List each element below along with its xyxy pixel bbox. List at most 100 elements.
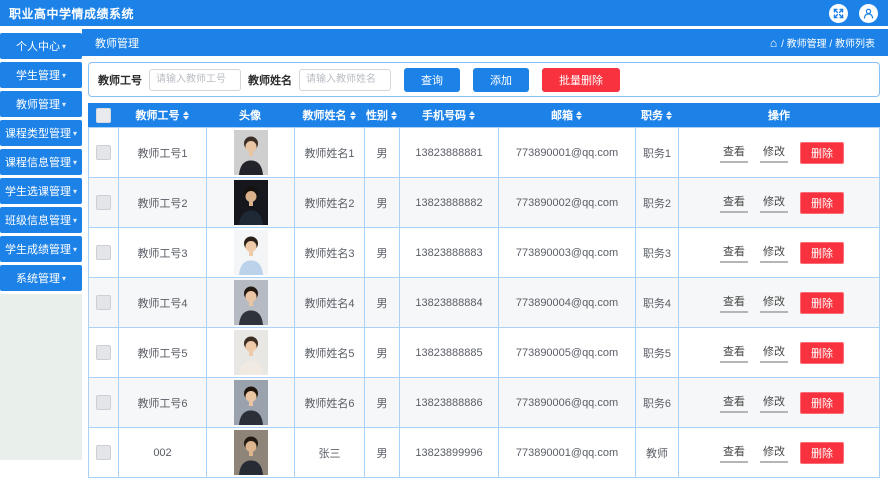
col-header-name[interactable]: 教师姓名 xyxy=(294,103,364,127)
sidebar-item[interactable]: 课程类型管理 ▾ xyxy=(0,120,82,146)
email-cell: 773890005@qq.com xyxy=(498,328,635,377)
col-header-actions: 操作 xyxy=(768,110,790,122)
sort-icon[interactable] xyxy=(391,110,397,120)
table-row: 教师工号6 教师姓名6 男 13823888886 773890006@qq.c… xyxy=(88,378,880,428)
sort-icon[interactable] xyxy=(576,110,582,120)
row-select-cell xyxy=(88,228,118,277)
teacher-name-cell: 教师姓名6 xyxy=(294,378,364,427)
row-checkbox[interactable] xyxy=(96,195,111,210)
page-title: 教师管理 xyxy=(95,37,139,50)
teacher-avatar-photo xyxy=(233,230,268,275)
row-select-cell xyxy=(88,128,118,177)
teacher-id-input[interactable] xyxy=(149,68,241,91)
sidebar-item[interactable]: 课程信息管理 ▾ xyxy=(0,149,82,175)
table-body: 教师工号1 教师姓名1 男 13823888881 773890001@qq.c… xyxy=(88,127,880,478)
gender-cell: 男 xyxy=(364,178,399,227)
delete-button[interactable]: 删除 xyxy=(800,391,844,414)
select-all-cell xyxy=(88,103,118,127)
view-link[interactable]: 查看 xyxy=(720,343,748,363)
edit-link[interactable]: 修改 xyxy=(760,143,788,163)
email-cell: 773890004@qq.com xyxy=(498,278,635,327)
delete-button[interactable]: 删除 xyxy=(800,141,844,164)
add-button[interactable]: 添加 xyxy=(473,67,529,92)
row-checkbox[interactable] xyxy=(96,345,111,360)
table-row: 教师工号1 教师姓名1 男 13823888881 773890001@qq.c… xyxy=(88,128,880,178)
sidebar-item[interactable]: 个人中心 ▾ xyxy=(0,33,82,59)
view-link[interactable]: 查看 xyxy=(720,293,748,313)
position-cell: 职务2 xyxy=(635,178,678,227)
phone-cell: 13823888882 xyxy=(399,178,498,227)
teacher-id-cell: 教师工号1 xyxy=(118,128,206,177)
avatar-cell xyxy=(206,428,294,477)
sidebar-item[interactable]: 学生管理 ▾ xyxy=(0,62,82,88)
col-header-gender[interactable]: 性别 xyxy=(364,103,399,127)
row-checkbox[interactable] xyxy=(96,395,111,410)
select-all-checkbox[interactable] xyxy=(95,107,111,123)
view-link[interactable]: 查看 xyxy=(720,143,748,163)
edit-link[interactable]: 修改 xyxy=(760,343,788,363)
delete-button[interactable]: 删除 xyxy=(800,291,844,314)
chevron-down-icon: ▾ xyxy=(72,186,77,196)
chevron-down-icon: ▾ xyxy=(61,273,66,283)
sidebar-item[interactable]: 系统管理 ▾ xyxy=(0,265,82,291)
sort-icon[interactable] xyxy=(182,110,189,120)
chevron-down-icon: ▾ xyxy=(72,128,77,138)
sidebar-item-label: 课程类型管理 xyxy=(4,128,71,140)
delete-button[interactable]: 删除 xyxy=(800,191,844,214)
teacher-id-cell: 教师工号2 xyxy=(118,178,206,227)
sidebar-item[interactable]: 教师管理 ▾ xyxy=(0,91,82,117)
sidebar-item[interactable]: 学生成绩管理 ▾ xyxy=(0,236,82,262)
delete-button[interactable]: 删除 xyxy=(800,241,844,264)
home-icon[interactable]: ⌂ xyxy=(770,37,777,49)
topbar: 职业高中学情成绩系统 xyxy=(0,0,888,26)
topbar-icons xyxy=(829,3,888,23)
sidebar-item-label: 个人中心 xyxy=(15,41,60,53)
sort-icon[interactable] xyxy=(666,110,672,120)
view-link[interactable]: 查看 xyxy=(720,243,748,263)
gender-cell: 男 xyxy=(364,228,399,277)
teacher-name-cell: 教师姓名4 xyxy=(294,278,364,327)
fullscreen-icon[interactable] xyxy=(829,3,848,23)
actions-cell: 查看 修改 删除 xyxy=(678,328,880,377)
query-button[interactable]: 查询 xyxy=(404,67,460,92)
chevron-down-icon: ▾ xyxy=(61,41,66,51)
teacher-name-input[interactable] xyxy=(299,68,391,91)
avatar-cell xyxy=(206,378,294,427)
gender-cell: 男 xyxy=(364,328,399,377)
sidebar-item-label: 教师管理 xyxy=(15,99,60,111)
row-checkbox[interactable] xyxy=(96,295,111,310)
row-checkbox[interactable] xyxy=(96,245,111,260)
actions-cell: 查看 修改 删除 xyxy=(678,128,880,177)
avatar-cell xyxy=(206,328,294,377)
user-icon[interactable] xyxy=(859,3,878,23)
batch-delete-button[interactable]: 批量删除 xyxy=(542,67,620,92)
col-header-phone[interactable]: 手机号码 xyxy=(399,103,498,127)
sidebar-item[interactable]: 班级信息管理 ▾ xyxy=(0,207,82,233)
row-checkbox[interactable] xyxy=(96,445,111,460)
delete-button[interactable]: 删除 xyxy=(800,441,844,464)
app-title: 职业高中学情成绩系统 xyxy=(9,6,135,21)
col-header-email[interactable]: 邮箱 xyxy=(498,103,635,127)
actions-cell: 查看 修改 删除 xyxy=(678,278,880,327)
chevron-down-icon: ▾ xyxy=(61,99,66,109)
sidebar-item[interactable]: 学生选课管理 ▾ xyxy=(0,178,82,204)
view-link[interactable]: 查看 xyxy=(720,393,748,413)
edit-link[interactable]: 修改 xyxy=(760,393,788,413)
delete-button[interactable]: 删除 xyxy=(800,341,844,364)
edit-link[interactable]: 修改 xyxy=(760,243,788,263)
col-header-teacher-id[interactable]: 教师工号 xyxy=(118,103,206,127)
teacher-id-label: 教师工号 xyxy=(98,74,142,87)
edit-link[interactable]: 修改 xyxy=(760,293,788,313)
teacher-name-cell: 教师姓名2 xyxy=(294,178,364,227)
position-cell: 教师 xyxy=(635,428,678,477)
actions-cell: 查看 修改 删除 xyxy=(678,378,880,427)
row-checkbox[interactable] xyxy=(96,145,111,160)
table-row: 教师工号2 教师姓名2 男 13823888882 773890002@qq.c… xyxy=(88,178,880,228)
edit-link[interactable]: 修改 xyxy=(760,193,788,213)
phone-cell: 13823888883 xyxy=(399,228,498,277)
sort-icon[interactable] xyxy=(349,110,356,120)
col-header-position[interactable]: 职务 xyxy=(635,103,678,127)
sort-icon[interactable] xyxy=(469,110,475,120)
view-link[interactable]: 查看 xyxy=(720,193,748,213)
teacher-name-cell: 张三 xyxy=(294,428,364,477)
